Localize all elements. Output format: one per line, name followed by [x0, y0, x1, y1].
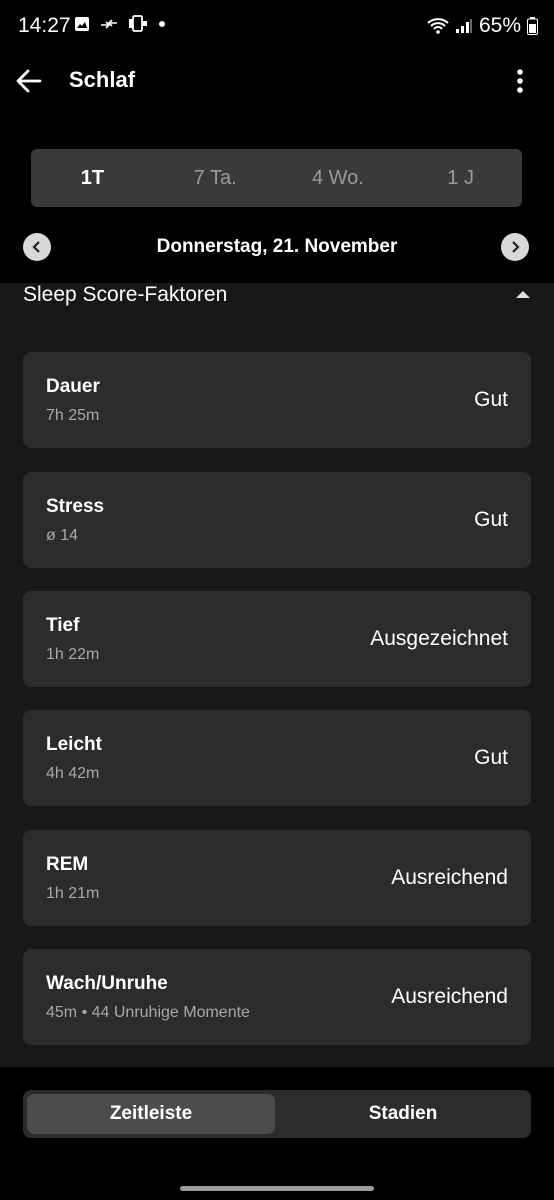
home-indicator[interactable]: [180, 1186, 374, 1191]
factor-rating: Gut: [474, 746, 508, 769]
transfer-icon: [101, 19, 117, 29]
wifi-icon: [427, 18, 449, 34]
next-day-button[interactable]: [501, 233, 529, 261]
back-arrow-icon[interactable]: [14, 66, 44, 96]
status-time: 14:27: [18, 14, 71, 37]
factor-value: 1h 21m: [46, 885, 100, 902]
notification-icons: [74, 15, 166, 33]
factor-value: 7h 25m: [46, 407, 100, 424]
factor-value: ø 14: [46, 527, 79, 544]
chevron-right-icon: [512, 241, 520, 253]
time-range-selector: 1T 7 Ta. 4 Wo. 1 J: [31, 149, 522, 207]
more-options-icon[interactable]: [516, 68, 524, 94]
factor-title: Wach/Unruhe: [46, 973, 168, 994]
factor-title: Stress: [46, 496, 105, 517]
factor-rating: Gut: [474, 508, 508, 531]
gallery-icon: [75, 17, 89, 31]
factor-card-duration[interactable]: Dauer 7h 25m Gut: [23, 352, 531, 448]
page-title: Schlaf: [69, 67, 136, 92]
factor-rating: Ausgezeichnet: [370, 627, 508, 650]
segment-7-days[interactable]: 7 Ta.: [154, 149, 277, 207]
current-date: Donnerstag, 21. November: [156, 236, 398, 257]
factor-rating: Gut: [474, 388, 508, 411]
factor-rating: Ausreichend: [391, 985, 508, 1008]
factor-card-light[interactable]: Leicht 4h 42m Gut: [23, 710, 531, 806]
segment-4-weeks[interactable]: 4 Wo.: [277, 149, 400, 207]
factor-value: 4h 42m: [46, 765, 100, 782]
app-bar: Schlaf: [0, 54, 554, 108]
factor-rating: Ausreichend: [391, 866, 508, 889]
collapse-caret-icon: [516, 291, 530, 298]
factor-value: 45m • 44 Unruhige Momente: [46, 1004, 250, 1021]
factor-card-rem[interactable]: REM 1h 21m Ausreichend: [23, 830, 531, 926]
battery-icon: [527, 17, 538, 35]
signal-icon: [455, 19, 472, 33]
status-bar: 14:27 65%: [0, 0, 554, 54]
factor-title: Leicht: [46, 734, 102, 755]
segment-1-year[interactable]: 1 J: [399, 149, 522, 207]
dot-icon: [159, 21, 165, 27]
factor-card-stress[interactable]: Stress ø 14 Gut: [23, 472, 531, 568]
factor-card-awake[interactable]: Wach/Unruhe 45m • 44 Unruhige Momente Au…: [23, 949, 531, 1045]
system-icons: 65%: [427, 14, 538, 38]
section-header[interactable]: Sleep Score-Faktoren: [0, 283, 554, 329]
section-title: Sleep Score-Faktoren: [23, 283, 228, 306]
date-navigation: Donnerstag, 21. November: [0, 230, 554, 264]
factor-card-deep[interactable]: Tief 1h 22m Ausgezeichnet: [23, 591, 531, 687]
segment-1-day[interactable]: 1T: [31, 149, 154, 207]
factor-title: Dauer: [46, 376, 100, 397]
tab-stages[interactable]: Stadien: [279, 1094, 527, 1134]
factor-value: 1h 22m: [46, 646, 100, 663]
factor-title: REM: [46, 854, 89, 875]
phone-link-icon: [129, 15, 147, 32]
view-switch: Zeitleiste Stadien: [23, 1090, 531, 1138]
battery-percent: 65%: [478, 14, 521, 37]
tab-timeline[interactable]: Zeitleiste: [27, 1094, 275, 1134]
factor-title: Tief: [46, 615, 80, 636]
